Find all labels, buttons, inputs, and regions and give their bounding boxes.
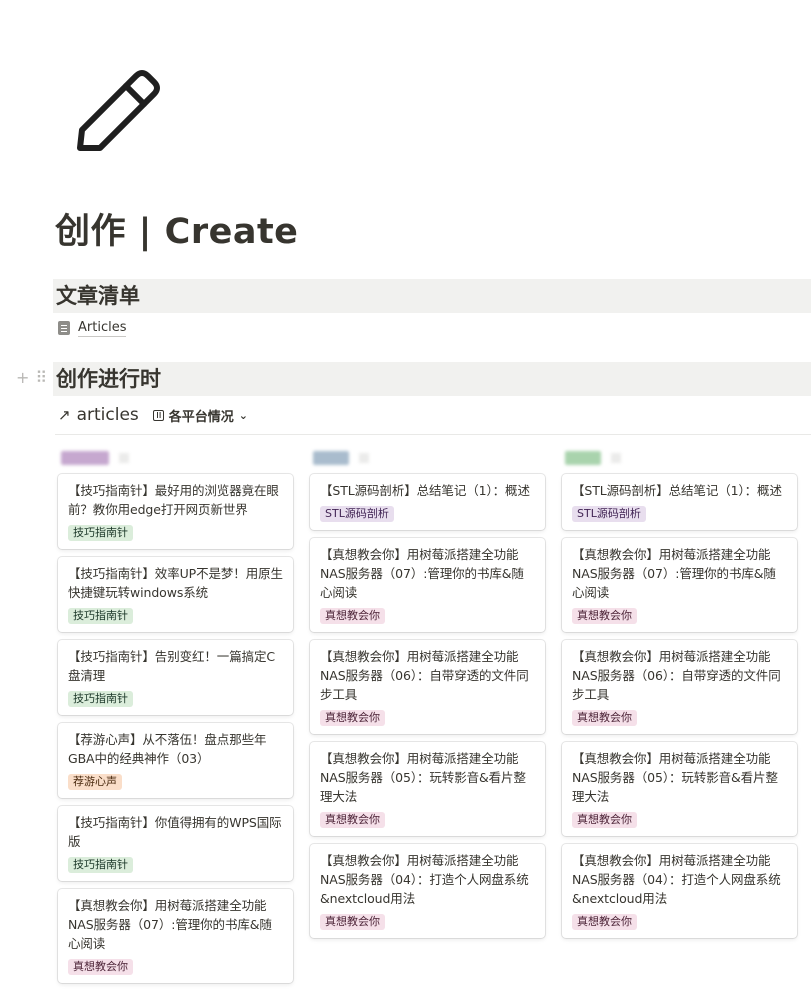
board-card[interactable]: 【技巧指南针】最好用的浏览器竟在眼前？教你用edge打开网页新世界技巧指南针 [58,474,293,549]
board-group-header-2[interactable] [313,451,369,465]
category-tag: 技巧指南针 [68,857,133,873]
board-card[interactable]: 【荐游心声】从不落伍！盘点那些年GBA中的经典神作（03） 荐游心声 [58,723,293,798]
category-tag: 真想教会你 [68,959,133,975]
category-tag: 真想教会你 [320,914,385,930]
card-title: 【技巧指南针】效率UP不是梦！用原生快捷键玩转windows系统 [68,566,283,600]
board-group-header-1[interactable] [61,451,129,465]
group-name-blurred [313,451,349,465]
card-title: 【真想教会你】用树莓派搭建全功能NAS服务器（06）：自带穿透的文件同步工具 [320,649,529,702]
card-title: 【技巧指南针】告别变红！一篇搞定C盘清理 [68,649,276,683]
block-gutter: + ⠿ [16,368,47,388]
page-title: 创作 | Create [55,212,299,252]
category-tag: 荐游心声 [68,774,122,790]
card-title: 【真想教会你】用树莓派搭建全功能NAS服务器（07）:管理你的书库&随心阅读 [320,547,524,600]
card-title: 【真想教会你】用树莓派搭建全功能NAS服务器（05）：玩转影音&看片整理大法 [572,751,778,804]
board-column-3: 【STL源码剖析】总结笔记（1）：概述 STL源码剖析【真想教会你】用树莓派搭建全… [562,474,797,946]
board-column-1: 【技巧指南针】最好用的浏览器竟在眼前？教你用edge打开网页新世界 技巧指南针 【技… [58,474,293,991]
board-card[interactable]: 【真想教会你】用树莓派搭建全功能NAS服务器（05）：玩转影音&看片整理大法真想… [562,742,797,836]
category-tag: 真想教会你 [320,608,385,624]
category-tag: STL源码剖析 [320,506,394,522]
board-card[interactable]: 【真想教会你】用树莓派搭建全功能NAS服务器（06）：自带穿透的文件同步工具真想… [562,640,797,734]
database-title: articles [76,405,139,425]
board-card[interactable]: 【真想教会你】用树莓派搭建全功能NAS服务器（04）：打造个人网盘系统&next… [562,844,797,938]
link-arrow-icon: ↗ [58,406,71,424]
category-tag: 真想教会你 [320,812,385,828]
group-name-blurred [565,451,601,465]
group-name-blurred [61,451,109,465]
category-tag: 真想教会你 [572,710,637,726]
card-title: 【真想教会你】用树莓派搭建全功能NAS服务器（05）：玩转影音&看片整理大法 [320,751,526,804]
category-tag: 技巧指南针 [68,691,133,707]
group-count-blurred [119,453,129,463]
board-card[interactable]: 【真想教会你】用树莓派搭建全功能NAS服务器（05）：玩转影音&看片整理大法真想… [310,742,545,836]
category-tag: 真想教会你 [572,914,637,930]
card-title: 【真想教会你】用树莓派搭建全功能NAS服务器（04）：打造个人网盘系统&next… [572,853,781,906]
board-card[interactable]: 【技巧指南针】告别变红！一篇搞定C盘清理技巧指南针 [58,640,293,715]
board-card[interactable]: 【技巧指南针】你值得拥有的WPS国际版技巧指南针 [58,806,293,881]
section-heading-in-progress: 创作进行时 [53,362,811,396]
view-switcher[interactable]: 各平台情况 ⌄ [152,406,248,425]
section-heading-article-list: 文章清单 [53,279,811,313]
board-card[interactable]: 【真想教会你】用树莓派搭建全功能NAS服务器（07）:管理你的书库&随心阅读真想… [562,538,797,632]
board-card[interactable]: 【STL源码剖析】总结笔记（1）：概述 STL源码剖析 [562,474,797,530]
drag-handle-icon[interactable]: ⠿ [35,368,47,388]
card-title: 【真想教会你】用树莓派搭建全功能NAS服务器（07）:管理你的书库&随心阅读 [68,898,272,951]
category-tag: 技巧指南针 [68,525,133,541]
board-column-2: 【STL源码剖析】总结笔记（1）：概述 STL源码剖析【真想教会你】用树莓派搭建全… [310,474,545,946]
view-divider [55,434,811,435]
document-icon [58,321,70,335]
view-label: 各平台情况 [168,409,234,425]
card-title: 【STL源码剖析】总结笔记（1）：概述 [320,483,530,498]
card-title: 【真想教会你】用树莓派搭建全功能NAS服务器（07）:管理你的书库&随心阅读 [572,547,776,600]
category-tag: 真想教会你 [572,812,637,828]
category-tag: 技巧指南针 [68,608,133,624]
board-group-header-3[interactable] [565,451,621,465]
card-title: 【真想教会你】用树莓派搭建全功能NAS服务器（04）：打造个人网盘系统&next… [320,853,529,906]
board-card[interactable]: 【真想教会你】用树莓派搭建全功能NAS服务器（06）：自带穿透的文件同步工具真想… [310,640,545,734]
card-title: 【真想教会你】用树莓派搭建全功能NAS服务器（06）：自带穿透的文件同步工具 [572,649,781,702]
card-title: 【荐游心声】从不落伍！盘点那些年GBA中的经典神作（03） [68,732,267,766]
chevron-down-icon: ⌄ [238,408,248,422]
card-title: 【STL源码剖析】总结笔记（1）：概述 [572,483,782,498]
database-title-link[interactable]: ↗ articles [58,405,139,425]
board-view-icon [152,409,164,421]
pencil-icon[interactable] [74,66,166,156]
card-title: 【技巧指南针】你值得拥有的WPS国际版 [68,815,282,849]
category-tag: 真想教会你 [572,608,637,624]
category-tag: 真想教会你 [320,710,385,726]
group-count-blurred [359,453,369,463]
add-block-icon[interactable]: + [16,368,29,388]
articles-link-label: Articles [78,320,127,337]
board-card[interactable]: 【STL源码剖析】总结笔记（1）：概述 STL源码剖析 [310,474,545,530]
database-view-bar: ↗ articles 各平台情况 ⌄ [58,403,248,427]
board-card[interactable]: 【真想教会你】用树莓派搭建全功能NAS服务器（07）:管理你的书库&随心阅读真想… [58,889,293,983]
board-card[interactable]: 【技巧指南针】效率UP不是梦！用原生快捷键玩转windows系统技巧指南针 [58,557,293,632]
group-count-blurred [611,453,621,463]
board-card[interactable]: 【真想教会你】用树莓派搭建全功能NAS服务器（04）：打造个人网盘系统&next… [310,844,545,938]
card-title: 【技巧指南针】最好用的浏览器竟在眼前？教你用edge打开网页新世界 [68,483,279,517]
board-card[interactable]: 【真想教会你】用树莓派搭建全功能NAS服务器（07）:管理你的书库&随心阅读真想… [310,538,545,632]
category-tag: STL源码剖析 [572,506,646,522]
articles-page-link[interactable]: Articles [58,317,127,339]
